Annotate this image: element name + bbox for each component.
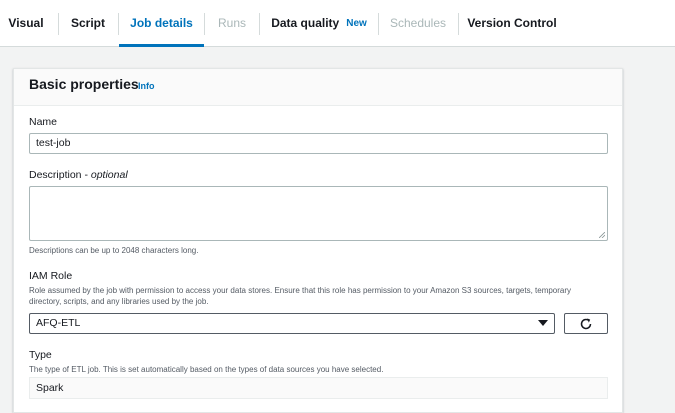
tab-job-details[interactable]: Job details — [119, 0, 204, 47]
refresh-button[interactable] — [564, 313, 608, 334]
tab-script[interactable]: Script — [59, 0, 117, 46]
tab-label: Job details — [130, 16, 193, 30]
tab-label: Schedules — [389, 16, 447, 30]
type-hint: The type of ETL job. This is set automat… — [29, 365, 384, 374]
optional-tag: optional — [90, 169, 128, 181]
tab-data-quality[interactable]: Data quality New — [260, 0, 378, 46]
tab-label: Data quality — [271, 16, 340, 30]
type-value: Spark — [36, 382, 64, 394]
refresh-icon — [580, 317, 592, 329]
basic-properties-panel: Basic properties Info Name test-job Desc… — [13, 68, 623, 413]
type-label: Type — [29, 349, 52, 361]
iam-role-hint: Role assumed by the job with permission … — [29, 286, 572, 306]
new-badge: New — [346, 17, 367, 29]
name-input[interactable]: test-job — [29, 133, 608, 154]
tab-schedules[interactable]: Schedules — [379, 0, 457, 46]
panel-header: Basic properties Info — [14, 69, 622, 106]
description-label: Description - optional — [29, 169, 128, 181]
tab-visual[interactable]: Visual — [0, 0, 52, 46]
caret-down-icon — [538, 320, 548, 326]
description-textarea[interactable] — [29, 186, 608, 241]
description-label-separator: - — [81, 169, 91, 181]
name-label: Name — [29, 116, 58, 128]
iam-role-value: AFQ-ETL — [36, 317, 81, 329]
iam-role-label: IAM Role — [29, 270, 73, 282]
tab-label: Visual — [8, 16, 44, 30]
description-label-text: Description — [29, 169, 82, 181]
iam-role-select[interactable]: AFQ-ETL — [29, 313, 555, 334]
tab-runs[interactable]: Runs — [205, 0, 259, 46]
panel-title: Basic properties — [29, 76, 139, 92]
tab-label: Script — [70, 16, 105, 30]
tab-label: Version Control — [467, 16, 557, 30]
resize-handle-icon[interactable] — [599, 232, 605, 238]
type-value-field: Spark — [29, 377, 608, 399]
tab-bar: Visual Script Job details Runs Data qual… — [0, 0, 675, 47]
description-hint: Descriptions can be up to 2048 character… — [29, 246, 199, 255]
info-link[interactable]: Info — [138, 81, 155, 91]
tab-label: Runs — [217, 16, 246, 30]
tab-version-control[interactable]: Version Control — [459, 0, 565, 46]
